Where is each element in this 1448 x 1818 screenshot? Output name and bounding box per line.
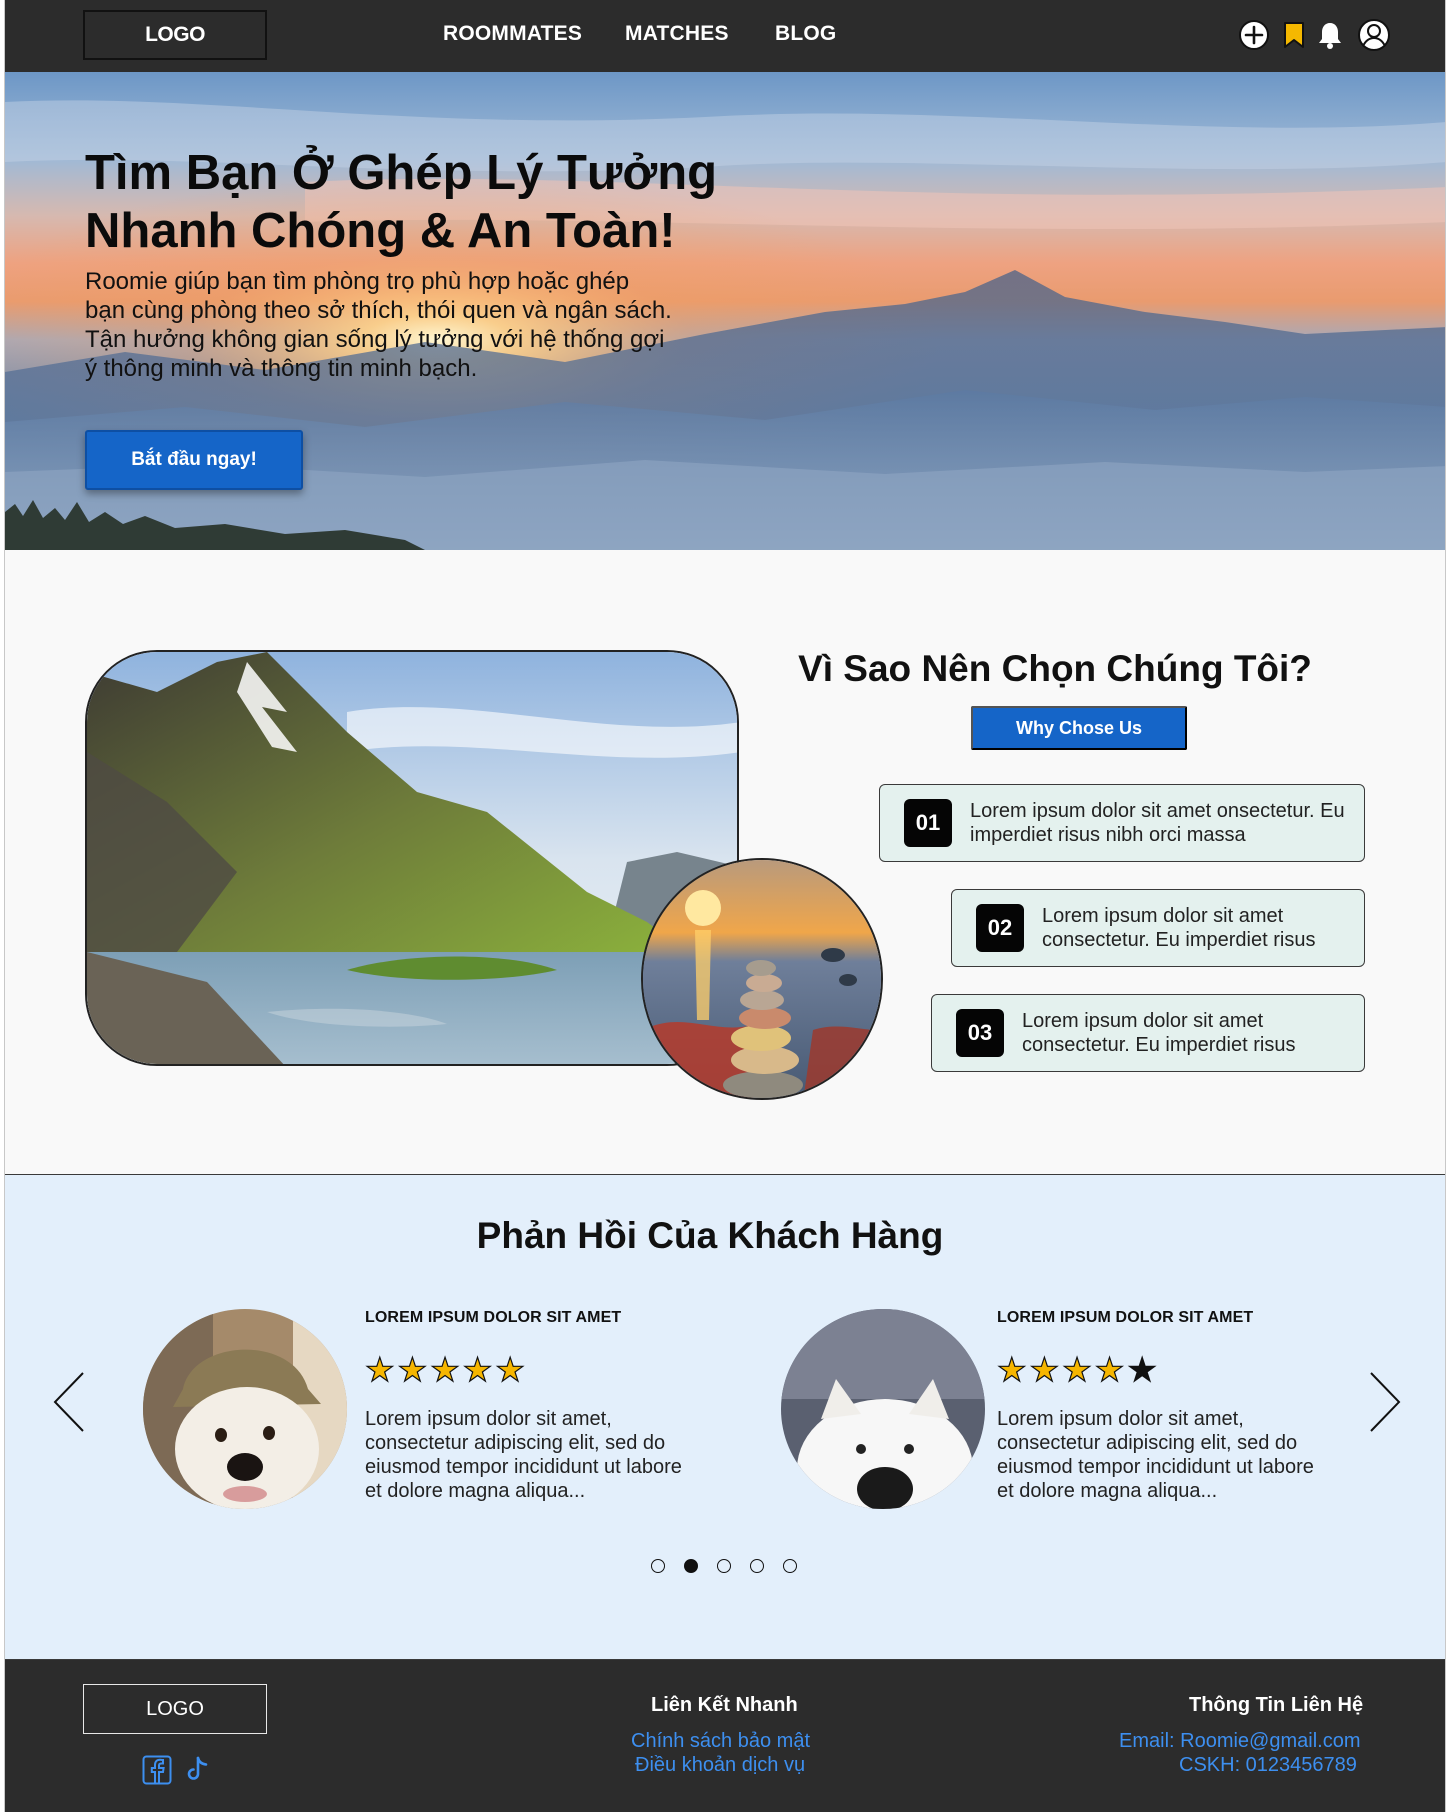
feature-card-1: 01 Lorem ipsum dolor sit amet onsectetur… xyxy=(879,784,1365,862)
hero-title: Tìm Bạn Ở Ghép Lý Tưởng Nhanh Chóng & An… xyxy=(85,144,785,260)
footer: LOGO Liên Kết Nhanh Chính sách bảo mật Đ… xyxy=(5,1660,1445,1812)
quick-links-heading: Liên Kết Nhanh xyxy=(651,1694,798,1716)
chevron-right-icon[interactable] xyxy=(1367,1371,1403,1433)
tiktok-icon[interactable] xyxy=(181,1754,213,1786)
star-icon: ★ xyxy=(996,1351,1027,1388)
why-choose-us-button[interactable]: Why Chose Us xyxy=(971,706,1187,750)
star-rating: ★ ★ ★ ★ ★ xyxy=(364,1351,526,1388)
feature-number-badge: 01 xyxy=(904,799,952,847)
nav-link-blog[interactable]: BLOG xyxy=(775,22,836,46)
review-text: Lorem ipsum dolor sit amet, consectetur … xyxy=(997,1408,1314,1502)
hero-title-line-2: Nhanh Chóng & An Toàn! xyxy=(85,204,676,258)
contact-phone[interactable]: CSKH: 0123456789 xyxy=(1179,1754,1357,1777)
star-icon: ★ xyxy=(397,1351,428,1388)
testimonials-title: Phản Hồi Của Khách Hàng xyxy=(476,1215,944,1256)
star-icon: ★ xyxy=(495,1351,526,1388)
chevron-left-icon[interactable] xyxy=(51,1371,87,1433)
feature-number-badge: 02 xyxy=(976,904,1024,952)
star-icon: ★ xyxy=(1127,1351,1158,1388)
get-started-button[interactable]: Bắt đầu ngay! xyxy=(85,430,303,490)
feature-text: Lorem ipsum dolor sit amet consectetur. … xyxy=(1042,905,1316,951)
feature-card-3: 03 Lorem ipsum dolor sit amet consectetu… xyxy=(931,994,1365,1072)
plus-circle-icon[interactable] xyxy=(1237,18,1271,52)
star-icon: ★ xyxy=(430,1351,461,1388)
star-icon: ★ xyxy=(1062,1351,1093,1388)
review-text: Lorem ipsum dolor sit amet, consectetur … xyxy=(365,1408,682,1502)
testimonials-section: Phản Hồi Của Khách Hàng LOREM IPSUM DOLO… xyxy=(5,1174,1445,1660)
review-heading: LOREM IPSUM DOLOR SIT AMET xyxy=(997,1309,1254,1326)
logo[interactable]: LOGO xyxy=(83,10,267,60)
reviewer-avatar xyxy=(143,1309,347,1509)
contact-email[interactable]: Email: Roomie@gmail.com xyxy=(1119,1730,1360,1753)
facebook-icon[interactable] xyxy=(141,1754,173,1786)
top-navbar: LOGO ROOMMATES MATCHES BLOG xyxy=(5,0,1445,72)
carousel-dot[interactable] xyxy=(651,1559,665,1573)
feature-text: Lorem ipsum dolor sit amet onsectetur. E… xyxy=(970,800,1345,846)
bookmark-icon[interactable] xyxy=(1277,18,1311,52)
feature-number-badge: 03 xyxy=(956,1009,1004,1057)
carousel-dot-active[interactable] xyxy=(684,1559,698,1573)
reviewer-avatar xyxy=(781,1309,985,1509)
star-icon: ★ xyxy=(364,1351,395,1388)
carousel-dot[interactable] xyxy=(783,1559,797,1573)
star-icon: ★ xyxy=(462,1351,493,1388)
star-icon: ★ xyxy=(1094,1351,1125,1388)
user-circle-icon[interactable] xyxy=(1357,18,1391,52)
bell-icon[interactable] xyxy=(1313,18,1347,52)
nav-link-matches[interactable]: MATCHES xyxy=(625,22,729,46)
carousel-dot[interactable] xyxy=(750,1559,764,1573)
terms-of-service-link[interactable]: Điều khoản dịch vụ xyxy=(635,1754,805,1777)
review-heading: LOREM IPSUM DOLOR SIT AMET xyxy=(365,1309,622,1326)
why-choose-us-title: Vì Sao Nên Chọn Chúng Tôi? xyxy=(798,648,1312,689)
hero-subtitle: Roomie giúp bạn tìm phòng trọ phù hợp ho… xyxy=(85,268,672,382)
feature-text: Lorem ipsum dolor sit amet consectetur. … xyxy=(1022,1010,1296,1056)
feature-card-2: 02 Lorem ipsum dolor sit amet consectetu… xyxy=(951,889,1365,967)
nav-link-roommates[interactable]: ROOMMATES xyxy=(443,22,582,46)
hero-title-line-1: Tìm Bạn Ở Ghép Lý Tưởng xyxy=(85,146,718,200)
footer-logo[interactable]: LOGO xyxy=(83,1684,267,1734)
mountain-lake-image xyxy=(85,650,739,1066)
hero-section: Tìm Bạn Ở Ghép Lý Tưởng Nhanh Chóng & An… xyxy=(5,72,1445,550)
privacy-policy-link[interactable]: Chính sách bảo mật xyxy=(631,1730,810,1753)
carousel-pagination xyxy=(651,1559,797,1573)
page: LOGO ROOMMATES MATCHES BLOG Tìm Bạn Ở Gh… xyxy=(4,0,1446,1812)
star-icon: ★ xyxy=(1029,1351,1060,1388)
star-rating: ★ ★ ★ ★ ★ xyxy=(996,1351,1158,1388)
contact-info-heading: Thông Tin Liên Hệ xyxy=(1189,1694,1364,1716)
carousel-dot[interactable] xyxy=(717,1559,731,1573)
stacked-stones-image xyxy=(641,858,883,1100)
